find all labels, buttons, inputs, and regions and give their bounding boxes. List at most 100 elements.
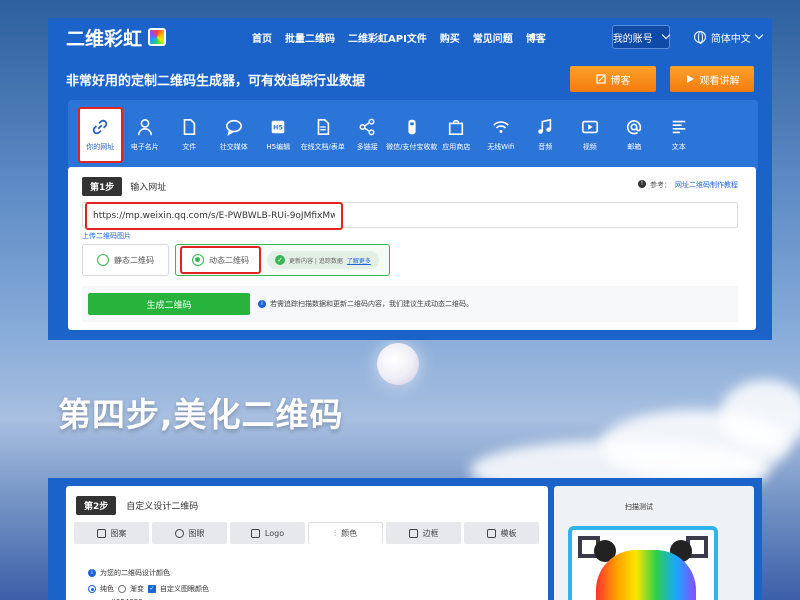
checkbox-checked-icon[interactable]: ✓: [148, 585, 156, 593]
link-icon: [93, 119, 108, 135]
custom-eye-color-label: 自定义图眼颜色: [160, 585, 209, 593]
radio-checked-icon[interactable]: [88, 585, 96, 593]
type-item-vcard[interactable]: 电子名片: [123, 107, 168, 163]
person-icon: [137, 118, 152, 136]
dynamic-qr-label: 动态二维码: [209, 255, 249, 265]
solid-option-label: 纯色: [100, 585, 114, 593]
tab-label: 模板: [500, 528, 517, 538]
tutorial-link[interactable]: 网址二维码制作教程: [675, 180, 738, 190]
type-item-wifi[interactable]: 无线Wifi: [479, 107, 524, 163]
type-item-label: 视频: [582, 143, 597, 151]
nav-link-api[interactable]: 二维彩虹API文件: [348, 30, 427, 45]
learn-more-link[interactable]: 了解更多: [347, 256, 371, 265]
blog-button-label: 博客: [610, 75, 631, 87]
generate-qr-button[interactable]: 生成二维码: [88, 293, 250, 315]
url-input[interactable]: [85, 202, 343, 230]
type-item-payment[interactable]: 微信/支付宝收款: [386, 107, 437, 163]
section-headline: 第四步,美化二维码: [58, 395, 344, 434]
eye-icon: [174, 528, 184, 538]
brand-logo[interactable]: 二维彩虹: [66, 24, 167, 51]
nav-link-home[interactable]: 首页: [252, 30, 272, 45]
type-item-label: 你的网址: [86, 143, 115, 151]
svg-text:H5: H5: [273, 125, 283, 132]
info-icon: i: [258, 300, 266, 308]
radio-checked-icon: [192, 254, 204, 266]
dynamic-qr-option[interactable]: 动态二维码: [180, 246, 261, 274]
tab-label: 边框: [422, 528, 439, 538]
nav-link-faq[interactable]: 常见问题: [473, 30, 513, 45]
nav-link-blog[interactable]: 博客: [526, 30, 546, 45]
play-icon: [686, 75, 694, 83]
tab-border[interactable]: 边框: [386, 522, 461, 544]
tab-label: 颜色: [341, 529, 358, 538]
tab-template[interactable]: 模板: [464, 522, 539, 544]
step1-header: 第1步 输入网址: [82, 177, 166, 196]
blog-button[interactable]: 博客: [570, 66, 656, 92]
step2-header: 第2步 自定义设计二维码: [76, 496, 198, 515]
language-label: 简体中文: [710, 33, 751, 45]
type-item-docs[interactable]: 在线文档/表单: [301, 107, 346, 163]
chat-icon: [225, 119, 242, 136]
h5-icon: H5: [271, 120, 285, 134]
generate-hint-text: 若需追踪扫描数据和更新二维码内容，我们建议生成动态二维码。: [270, 300, 473, 308]
generate-row: 生成二维码 i 若需追踪扫描数据和更新二维码内容，我们建议生成动态二维码。: [82, 286, 738, 322]
edit-icon: [595, 74, 606, 84]
radio-icon: [97, 254, 109, 266]
type-item-email[interactable]: 邮箱: [612, 107, 657, 163]
nav-link-buy[interactable]: 购买: [440, 30, 460, 45]
static-qr-option[interactable]: 静态二维码: [82, 244, 169, 276]
type-item-appstore[interactable]: 应用商店: [434, 107, 479, 163]
dynamic-qr-option-group: 动态二维码 ✓ 更新内容 | 追踪数据 了解更多: [175, 244, 390, 276]
qr-mode-options: 静态二维码 动态二维码 ✓ 更新内容 | 追踪数据 了解更多: [82, 244, 390, 276]
design-tabs: 图案 图眼 Logo ⫶ 颜色 边框 模板: [74, 522, 539, 544]
upload-qr-image-link[interactable]: 上传二维码图片: [82, 231, 131, 241]
type-item-h5[interactable]: H5 H5编辑: [256, 107, 301, 163]
grid-icon: [96, 528, 106, 538]
account-dropdown[interactable]: 我的账号: [611, 25, 671, 49]
tab-color[interactable]: ⫶ 颜色: [308, 522, 383, 544]
type-item-label: 文件: [182, 143, 197, 151]
nav-link-batch[interactable]: 批量二维码: [285, 30, 335, 45]
type-item-multilink[interactable]: 多链接: [345, 107, 390, 163]
video-icon: [581, 120, 598, 134]
type-item-label: 多链接: [356, 143, 378, 151]
dynamic-feature-pill: ✓ 更新内容 | 追踪数据 了解更多: [267, 251, 379, 269]
tab-pattern[interactable]: 图案: [74, 522, 149, 544]
step2-label: 自定义设计二维码: [126, 502, 199, 512]
type-item-label: 微信/支付宝收款: [386, 143, 438, 151]
sliders-icon: ⫶: [333, 528, 337, 539]
type-item-text[interactable]: 文本: [657, 107, 702, 163]
tab-logo[interactable]: Logo: [230, 522, 305, 544]
tab-label: Logo: [264, 528, 285, 538]
reference-prefix: 参考：: [650, 181, 671, 189]
static-qr-label: 静态二维码: [114, 255, 154, 265]
tab-label: 图眼: [188, 528, 205, 538]
type-item-label: 无线Wifi: [487, 143, 515, 151]
type-item-file[interactable]: 文件: [167, 107, 212, 163]
file-icon: [183, 118, 196, 136]
watch-video-button[interactable]: 观看讲解: [670, 66, 754, 92]
color-desc-text: 为您的二维码设计颜色: [100, 569, 170, 577]
brand-name: 二维彩虹: [66, 27, 143, 50]
payment-icon: [408, 119, 416, 135]
email-icon: [627, 120, 642, 135]
type-item-url[interactable]: 你的网址: [78, 107, 123, 163]
type-item-video[interactable]: 视频: [568, 107, 613, 163]
tab-eye[interactable]: 图眼: [152, 522, 227, 544]
language-selector[interactable]: 简体中文: [693, 30, 764, 45]
type-item-audio[interactable]: 音频: [523, 107, 568, 163]
hero-subtitle: 非常好用的定制二维码生成器，可有效追踪行业数据: [66, 73, 366, 89]
type-item-label: 电子名片: [130, 143, 159, 151]
text-icon: [672, 120, 686, 134]
tab-label: 图案: [110, 528, 127, 538]
document-icon: [317, 118, 329, 136]
type-item-social[interactable]: 社交媒体: [212, 107, 257, 163]
reference-note: ! 参考： 网址二维码制作教程: [638, 180, 738, 190]
info-icon: i: [88, 569, 96, 577]
qr-design-panel: 第2步 自定义设计二维码 图案 图眼 Logo ⫶ 颜色 边框 模板 i 为您的…: [48, 478, 762, 600]
type-item-label: 在线文档/表单: [300, 143, 345, 151]
step2-tag: 第2步: [76, 496, 117, 515]
frame-icon: [408, 528, 418, 538]
hero-row: 非常好用的定制二维码生成器，可有效追踪行业数据 博客 观看讲解: [66, 66, 754, 92]
radio-icon[interactable]: [118, 585, 126, 593]
